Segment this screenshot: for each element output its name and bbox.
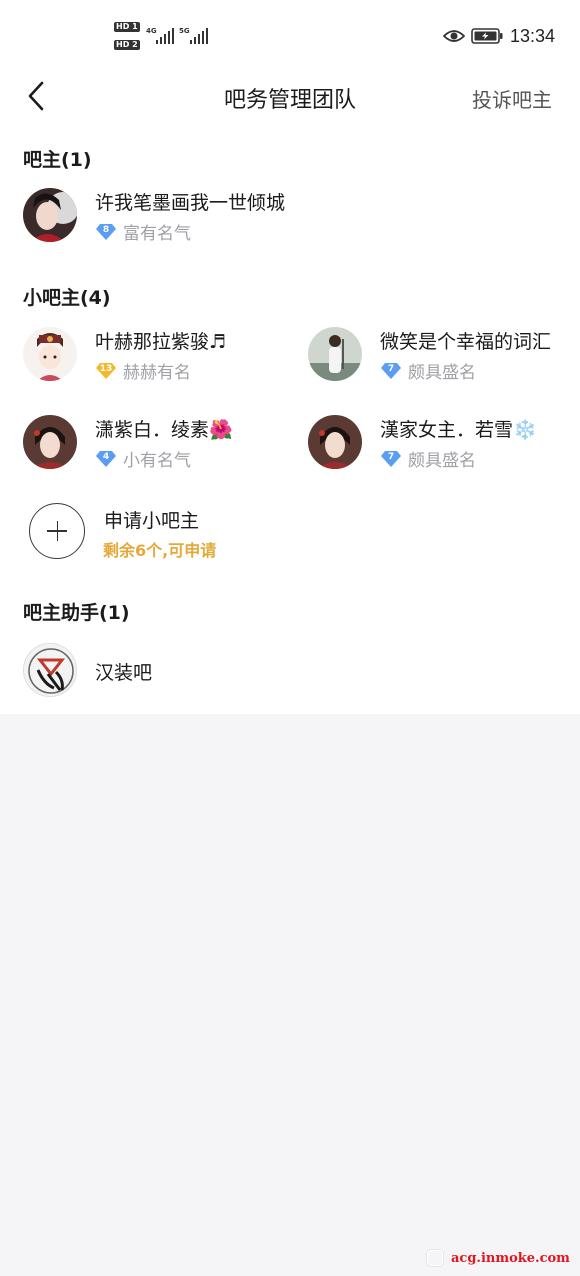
vice-owner-section-title: 小吧主(4) — [23, 287, 111, 309]
member-level: 8 富有名气 — [95, 219, 191, 244]
member-level: 7 颇具盛名 — [380, 446, 476, 471]
owner-member[interactable]: 许我笔墨画我一世倾城 8 富有名气 — [23, 188, 523, 248]
apply-remaining-text: 剩余6个,可申请 — [103, 541, 217, 560]
level-title: 富有名气 — [123, 224, 191, 244]
assistant-member[interactable]: 汉装吧 — [23, 643, 423, 703]
level-title: 颇具盛名 — [408, 363, 476, 383]
member-name: 叶赫那拉紫骏♬ — [95, 331, 227, 353]
hd2-indicator: HD 2 — [114, 40, 140, 50]
level-gem-icon: 7 — [380, 450, 402, 468]
vice-member[interactable]: 微笑是个幸福的词汇 7 颇具盛名 — [308, 327, 580, 387]
watermark-logo-icon — [427, 1250, 443, 1266]
status-bar: HD 1 HD 2 4G 5G 13:34 — [0, 0, 580, 70]
hd1-indicator: HD 1 — [114, 22, 140, 32]
member-level: 13 赫赫有名 — [95, 358, 191, 383]
owner-section-title: 吧主(1) — [23, 149, 92, 171]
member-name: 漢家女主．若雪❄️ — [380, 419, 537, 441]
apply-vice-owner-button[interactable] — [29, 503, 85, 559]
watermark: acg.inmoke.com — [427, 1250, 570, 1266]
level-gem-icon: 13 — [95, 362, 117, 380]
member-name: 许我笔墨画我一世倾城 — [95, 192, 286, 214]
avatar[interactable] — [23, 188, 77, 242]
vice-member[interactable]: 漢家女主．若雪❄️ 7 颇具盛名 — [308, 415, 580, 475]
assistant-section-title: 吧主助手(1) — [23, 602, 130, 624]
vice-member[interactable]: 叶赫那拉紫骏♬ 13 赫赫有名 — [23, 327, 283, 387]
level-title: 小有名气 — [123, 451, 191, 471]
avatar[interactable] — [308, 327, 362, 381]
avatar[interactable] — [23, 643, 77, 697]
level-gem-icon: 4 — [95, 450, 117, 468]
member-name: 微笑是个幸福的词汇 — [380, 331, 552, 353]
avatar[interactable] — [308, 415, 362, 469]
avatar[interactable] — [23, 415, 77, 469]
signal-1-icon — [156, 28, 174, 44]
member-level: 7 颇具盛名 — [380, 358, 476, 383]
level-title: 颇具盛名 — [408, 451, 476, 471]
level-gem-icon: 8 — [95, 223, 117, 241]
complain-owner-button[interactable]: 投诉吧主 — [472, 84, 552, 113]
clock: 13:34 — [510, 26, 556, 46]
watermark-text: acg.inmoke.com — [451, 1250, 570, 1266]
back-button[interactable] — [22, 78, 52, 114]
member-name: 汉装吧 — [95, 662, 153, 684]
battery-charging-icon — [471, 28, 503, 44]
member-level: 4 小有名气 — [95, 446, 191, 471]
avatar[interactable] — [23, 327, 77, 381]
signal-2-icon — [190, 28, 208, 44]
level-gem-icon: 7 — [380, 362, 402, 380]
member-name: 潇紫白．绫素🌺 — [95, 419, 233, 441]
vice-member[interactable]: 潇紫白．绫素🌺 4 小有名气 — [23, 415, 283, 475]
apply-vice-owner-label[interactable]: 申请小吧主 — [104, 506, 199, 533]
level-title: 赫赫有名 — [123, 363, 191, 383]
eye-icon — [443, 30, 465, 42]
network-5g-label: 5G — [179, 27, 190, 35]
